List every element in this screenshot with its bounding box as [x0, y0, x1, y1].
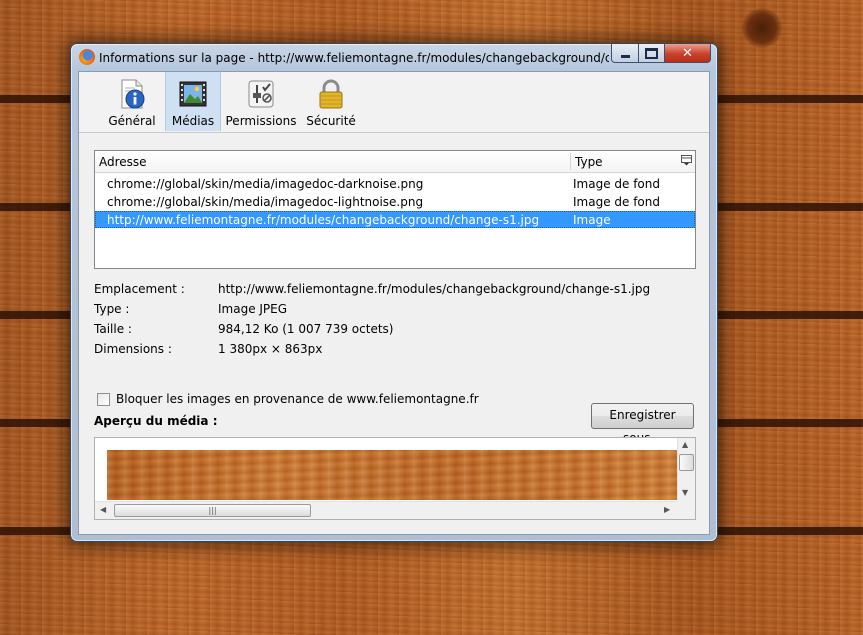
- tab-general-label: Général: [108, 114, 156, 128]
- title-bar[interactable]: Informations sur la page - http://www.fe…: [71, 44, 717, 71]
- column-header-type[interactable]: Type: [575, 155, 603, 169]
- scroll-up-icon[interactable]: ▲: [682, 440, 688, 449]
- close-icon: ✕: [682, 45, 693, 61]
- tab-security-label: Sécurité: [306, 114, 356, 128]
- minimize-button[interactable]: [611, 44, 639, 63]
- tab-permissions[interactable]: Permissions: [225, 72, 297, 131]
- tab-media[interactable]: Médias: [165, 72, 221, 131]
- preview-heading: Aperçu du média :: [94, 414, 218, 428]
- media-preview[interactable]: ▲ ▼ ◀ ||| ▶: [94, 437, 696, 520]
- detail-value-dimensions: 1 380px × 863px: [218, 342, 323, 356]
- maximize-button[interactable]: [639, 44, 665, 63]
- preview-image: [107, 450, 678, 500]
- column-divider[interactable]: [570, 153, 571, 170]
- tab-media-label: Médias: [171, 114, 215, 128]
- media-row-address: chrome://global/skin/media/imagedoc-ligh…: [107, 195, 424, 209]
- list-header: Adresse Type: [95, 151, 695, 173]
- media-icon: [179, 81, 207, 107]
- maximize-icon: [645, 47, 658, 59]
- tab-general[interactable]: Général: [105, 72, 159, 131]
- minimize-icon: [620, 54, 630, 58]
- detail-value-type: Image JPEG: [218, 302, 288, 316]
- close-button[interactable]: ✕: [665, 44, 711, 63]
- detail-value-location: http://www.feliemontagne.fr/modules/chan…: [218, 282, 651, 296]
- preview-horizontal-scrollbar[interactable]: ◀ ||| ▶: [95, 501, 678, 519]
- lock-icon: [319, 79, 343, 109]
- media-row-selected[interactable]: http://www.feliemontagne.fr/modules/chan…: [95, 211, 695, 228]
- media-row-type: Image: [573, 213, 611, 227]
- tab-security[interactable]: Sécurité: [303, 72, 359, 131]
- preview-vertical-scrollbar[interactable]: ▲ ▼: [677, 438, 695, 502]
- firefox-icon: [79, 49, 95, 65]
- wood-knot: [742, 8, 782, 48]
- tab-toolbar: Général Médias Permissions Sécurité: [79, 72, 709, 133]
- block-images-label[interactable]: Bloquer les images en provenance de www.…: [116, 392, 479, 406]
- scroll-down-icon[interactable]: ▼: [682, 488, 688, 497]
- media-list[interactable]: Adresse Type chrome://global/skin/media/…: [94, 150, 696, 269]
- scroll-right-icon[interactable]: ▶: [664, 505, 670, 514]
- permissions-icon: [248, 80, 274, 108]
- vertical-scroll-thumb[interactable]: [679, 454, 694, 471]
- scrollbar-corner: [678, 502, 695, 519]
- horizontal-scroll-thumb[interactable]: |||: [114, 504, 311, 517]
- media-row[interactable]: chrome://global/skin/media/imagedoc-ligh…: [95, 193, 695, 210]
- media-row-type: Image de fond: [573, 195, 660, 209]
- save-as-button[interactable]: Enregistrer sous...: [591, 403, 694, 445]
- column-header-address[interactable]: Adresse: [99, 155, 147, 169]
- page-info-window: Informations sur la page - http://www.fe…: [70, 43, 718, 542]
- window-title: Informations sur la page - http://www.fe…: [99, 51, 609, 65]
- dialog-client-area: Général Médias Permissions Sécurité Adre…: [78, 71, 710, 535]
- detail-value-size: 984,12 Ko (1 007 739 octets): [218, 322, 394, 336]
- detail-label-type: Type :: [94, 302, 130, 316]
- scroll-left-icon[interactable]: ◀: [100, 505, 106, 514]
- tab-permissions-label: Permissions: [225, 114, 297, 128]
- detail-label-size: Taille :: [94, 322, 132, 336]
- info-icon: [121, 79, 145, 109]
- block-images-checkbox[interactable]: [97, 393, 110, 406]
- detail-label-dimensions: Dimensions :: [94, 342, 172, 356]
- window-controls: ✕: [611, 44, 711, 63]
- detail-label-location: Emplacement :: [94, 282, 185, 296]
- column-picker-icon[interactable]: [681, 155, 692, 166]
- media-row[interactable]: chrome://global/skin/media/imagedoc-dark…: [95, 175, 695, 192]
- media-row-type: Image de fond: [573, 177, 660, 191]
- media-row-address: http://www.feliemontagne.fr/modules/chan…: [107, 213, 540, 227]
- media-row-address: chrome://global/skin/media/imagedoc-dark…: [107, 177, 424, 191]
